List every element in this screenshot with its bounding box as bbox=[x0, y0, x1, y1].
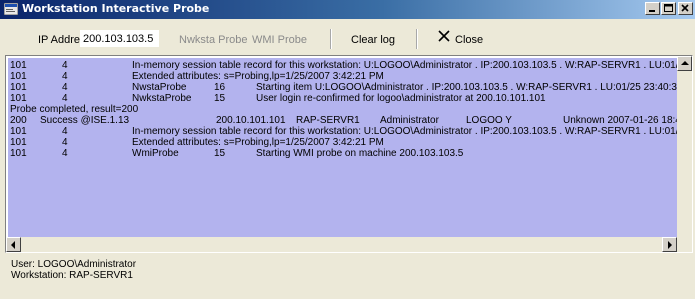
scroll-up-button[interactable] bbox=[677, 56, 692, 71]
log-level: 4 bbox=[62, 148, 68, 159]
log-message: Probe completed, result=200 bbox=[10, 104, 139, 115]
log-code: 101 bbox=[10, 60, 27, 71]
toolbar-separator bbox=[330, 29, 332, 49]
minimize-icon bbox=[649, 10, 655, 12]
minimize-button[interactable] bbox=[645, 2, 660, 15]
log-id: 15 bbox=[214, 93, 226, 104]
arrow-up-icon bbox=[681, 61, 689, 65]
scroll-right-button[interactable] bbox=[662, 237, 677, 252]
log-domain: LOGOO Y bbox=[466, 115, 512, 126]
log-level: 4 bbox=[62, 82, 68, 93]
log-level: 4 bbox=[62, 93, 68, 104]
log-result: Success @ISE.1.13 bbox=[40, 115, 130, 126]
title-bar[interactable]: Workstation Interactive Probe bbox=[0, 0, 695, 19]
log-code: 101 bbox=[10, 148, 27, 159]
status-workstation: Workstation: RAP-SERVR1 bbox=[11, 270, 133, 281]
scroll-left-button[interactable] bbox=[6, 237, 21, 252]
window-title: Workstation Interactive Probe bbox=[22, 2, 210, 15]
scrollbar-corner bbox=[677, 237, 692, 252]
log-level: 4 bbox=[62, 137, 68, 148]
log-code: 101 bbox=[10, 137, 27, 148]
log-code: 101 bbox=[10, 82, 27, 93]
log-message: User login re-confirmed for logoo\admini… bbox=[256, 93, 546, 104]
log-code: 101 bbox=[10, 93, 27, 104]
log-source: NwkstaProbe bbox=[132, 93, 192, 104]
log-message: Extended attributes: s=Probing,lp=1/25/2… bbox=[132, 71, 384, 82]
log-source: NwstaProbe bbox=[132, 82, 187, 93]
log-user: Administrator bbox=[380, 115, 439, 126]
log-code: 101 bbox=[10, 126, 27, 137]
log-message: Starting WMI probe on machine 200.103.10… bbox=[256, 148, 464, 159]
log-workstation: RAP-SERVR1 bbox=[296, 115, 360, 126]
log-message: In-memory session table record for this … bbox=[132, 60, 693, 71]
log-list[interactable]: 101 4 In-memory session table record for… bbox=[8, 58, 692, 237]
maximize-icon bbox=[664, 4, 673, 12]
log-level: 4 bbox=[62, 71, 68, 82]
log-code: 101 bbox=[10, 71, 27, 82]
log-message: Extended attributes: s=Probing,lp=1/25/2… bbox=[132, 137, 384, 148]
log-message: Starting item U:LOGOO\Administrator . IP… bbox=[256, 82, 692, 93]
log-ip: 200.10.101.101 bbox=[216, 115, 286, 126]
log-message: In-memory session table record for this … bbox=[132, 126, 693, 137]
close-button-label: Close bbox=[455, 34, 484, 46]
log-id: 16 bbox=[214, 82, 226, 93]
status-user: User: LOGOO\Administrator bbox=[11, 259, 137, 270]
toolbar-separator bbox=[416, 29, 418, 49]
maximize-button[interactable] bbox=[661, 2, 676, 15]
wmi-probe-button[interactable]: WMI Probe bbox=[252, 34, 307, 46]
app-window-icon bbox=[4, 3, 18, 15]
vertical-scrollbar[interactable] bbox=[677, 56, 692, 237]
nwksta-probe-button[interactable]: Nwksta Probe bbox=[179, 34, 247, 46]
arrow-right-icon bbox=[668, 241, 672, 249]
log-source: WmiProbe bbox=[132, 148, 179, 159]
log-panel[interactable]: 101 4 In-memory session table record for… bbox=[5, 55, 693, 253]
horizontal-scrollbar[interactable] bbox=[6, 237, 677, 252]
log-level: 4 bbox=[62, 60, 68, 71]
arrow-left-icon bbox=[11, 241, 15, 249]
toolbar: IP Address: Nwksta Probe WMI Probe Clear… bbox=[0, 19, 695, 53]
log-level: 4 bbox=[62, 126, 68, 137]
log-status: Unknown 2007-01-26 18:48:3 bbox=[563, 115, 693, 126]
close-window-button[interactable] bbox=[678, 2, 693, 15]
clear-log-button[interactable]: Clear log bbox=[351, 34, 395, 46]
close-x-icon bbox=[438, 30, 450, 42]
ip-address-input[interactable] bbox=[80, 30, 159, 47]
log-id: 15 bbox=[214, 148, 226, 159]
close-window-icon bbox=[681, 4, 689, 12]
log-code: 200 bbox=[10, 115, 27, 126]
